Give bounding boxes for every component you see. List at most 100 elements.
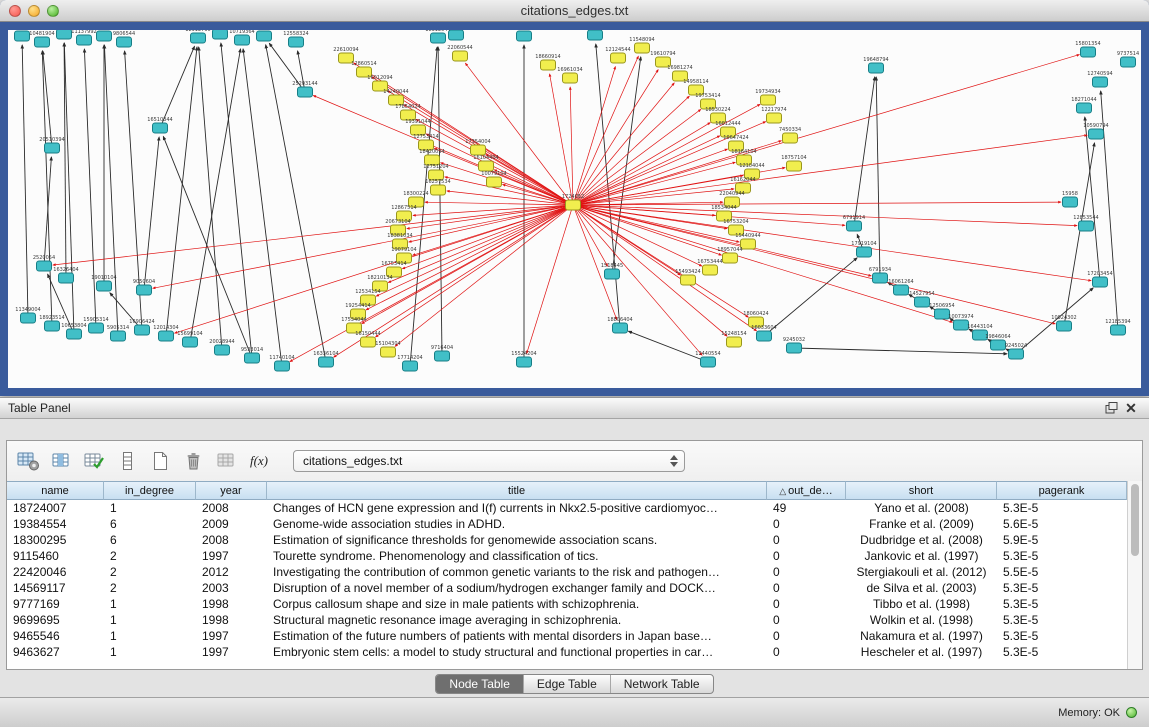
- svg-text:15248154: 15248154: [721, 331, 746, 337]
- svg-text:19753414: 19753414: [695, 93, 720, 99]
- network-canvas[interactable]: 9150342104819041531695411137992195657749…: [8, 30, 1141, 388]
- svg-text:15440944: 15440944: [735, 233, 760, 239]
- svg-text:16443104: 16443104: [967, 324, 992, 330]
- table-scrollbar[interactable]: [1127, 481, 1142, 669]
- cell: Embryonic stem cells: a model to study s…: [267, 644, 767, 660]
- table-row[interactable]: 969969511998Structural magnetic resonanc…: [7, 612, 1127, 628]
- cell: 0: [767, 516, 846, 532]
- cell: Nakamura et al. (1997): [846, 628, 997, 644]
- column-header-name[interactable]: name: [7, 481, 104, 500]
- scrollbar-thumb[interactable]: [1131, 484, 1139, 556]
- svg-text:15801354: 15801354: [1075, 41, 1100, 47]
- node-table: namein_degreeyeartitle△out_de…shortpager…: [7, 481, 1127, 669]
- table-row[interactable]: 977716911998Corpus callosum shape and si…: [7, 596, 1127, 612]
- tab-network-table[interactable]: Network Table: [610, 675, 713, 693]
- row-selection-icon[interactable]: [114, 449, 140, 473]
- cell: 2003: [196, 580, 267, 596]
- svg-text:17919104: 17919104: [851, 241, 876, 247]
- svg-text:10073974: 10073974: [948, 314, 973, 320]
- svg-text:18300224: 18300224: [403, 191, 428, 197]
- svg-text:12124544: 12124544: [605, 47, 630, 53]
- svg-text:12860514: 12860514: [351, 61, 376, 67]
- svg-text:18060424: 18060424: [743, 311, 768, 317]
- tab-node-table[interactable]: Node Table: [436, 675, 523, 693]
- table-row[interactable]: 911546021997Tourette syndrome. Phenomeno…: [7, 548, 1127, 564]
- tab-edge-table[interactable]: Edge Table: [523, 675, 610, 693]
- cell: Jankovic et al. (1997): [846, 548, 997, 564]
- svg-text:18210134: 18210134: [367, 275, 392, 281]
- cell: 2012: [196, 564, 267, 580]
- svg-text:17534044: 17534044: [341, 317, 366, 323]
- svg-text:19610794: 19610794: [650, 51, 675, 57]
- svg-text:18164104: 18164104: [731, 149, 756, 155]
- network-select[interactable]: citations_edges.txt: [293, 450, 685, 472]
- svg-text:12104044: 12104044: [739, 163, 764, 169]
- column-header-title[interactable]: title: [267, 481, 767, 500]
- table-row[interactable]: 2242004622012Investigating the contribut…: [7, 564, 1127, 580]
- cell: 5.3E-5: [997, 628, 1127, 644]
- svg-text:20028944: 20028944: [209, 339, 234, 345]
- table-row[interactable]: 1830029562008Estimation of significance …: [7, 532, 1127, 548]
- svg-text:16906424: 16906424: [129, 319, 154, 325]
- svg-text:19734934: 19734934: [755, 89, 780, 95]
- table-row[interactable]: 1872400712008Changes of HCN gene express…: [7, 500, 1127, 516]
- delete-table-icon[interactable]: [180, 449, 206, 473]
- table-row[interactable]: 1938455462009Genome-wide association stu…: [7, 516, 1127, 532]
- svg-text:12912790: 12912790: [185, 30, 210, 33]
- cell: 5.3E-5: [997, 500, 1127, 516]
- svg-text:18534044: 18534044: [711, 205, 736, 211]
- cell: 0: [767, 644, 846, 660]
- float-panel-icon[interactable]: [1101, 399, 1121, 417]
- svg-text:16981274: 16981274: [667, 65, 692, 71]
- cell: Stergiakouli et al. (2012): [846, 564, 997, 580]
- table-row[interactable]: 946362711997Embryonic stem cells: a mode…: [7, 644, 1127, 660]
- svg-text:12753414: 12753414: [413, 134, 438, 140]
- cell: 5.6E-5: [997, 516, 1127, 532]
- close-panel-icon[interactable]: ✕: [1121, 399, 1141, 417]
- column-header-year[interactable]: year: [196, 481, 267, 500]
- svg-text:9050604: 9050604: [133, 279, 155, 285]
- svg-text:18530224: 18530224: [705, 107, 730, 113]
- svg-text:11349004: 11349004: [15, 307, 40, 313]
- column-header-in_degree[interactable]: in_degree: [104, 481, 196, 500]
- table-row[interactable]: 946554611997Estimation of the future num…: [7, 628, 1127, 644]
- svg-text:18312044: 18312044: [425, 30, 450, 33]
- function-builder-icon[interactable]: f(x): [246, 449, 272, 473]
- svg-text:18957044: 18957044: [717, 247, 742, 253]
- import-table-icon[interactable]: [213, 449, 239, 473]
- svg-text:18806404: 18806404: [607, 317, 632, 323]
- cell: 6: [104, 516, 196, 532]
- svg-text:12867514: 12867514: [391, 205, 416, 211]
- svg-text:12185394: 12185394: [1105, 319, 1130, 325]
- column-header-pagerank[interactable]: pagerank: [997, 481, 1127, 500]
- svg-text:12217974: 12217974: [761, 107, 786, 113]
- cell: 1: [104, 612, 196, 628]
- svg-text:14527954: 14527954: [909, 291, 934, 297]
- window-titlebar[interactable]: citations_edges.txt: [0, 0, 1149, 22]
- new-table-icon[interactable]: [147, 449, 173, 473]
- svg-text:15524204: 15524204: [511, 351, 536, 357]
- svg-text:16753414: 16753414: [381, 261, 406, 267]
- cell: 2: [104, 564, 196, 580]
- close-button[interactable]: [9, 5, 21, 17]
- cell: 22420046: [7, 564, 104, 580]
- column-header-short[interactable]: short: [846, 481, 997, 500]
- svg-text:20673104: 20673104: [385, 219, 410, 225]
- new-column-icon[interactable]: [81, 449, 107, 473]
- zoom-button[interactable]: [47, 5, 59, 17]
- svg-text:22040944: 22040944: [719, 191, 744, 197]
- svg-text:9245032: 9245032: [783, 337, 805, 343]
- cell: 0: [767, 612, 846, 628]
- cell: Yano et al. (2008): [846, 500, 997, 516]
- cell: 0: [767, 564, 846, 580]
- table-mode-icon[interactable]: [15, 449, 41, 473]
- cell: 9465546: [7, 628, 104, 644]
- column-visibility-icon[interactable]: [48, 449, 74, 473]
- minimize-button[interactable]: [28, 5, 40, 17]
- cell: 0: [767, 596, 846, 612]
- svg-text:22060544: 22060544: [447, 45, 472, 51]
- column-header-out_de[interactable]: △out_de…: [767, 481, 846, 500]
- table-panel-title: Table Panel: [8, 401, 71, 415]
- table-row[interactable]: 1456911722003Disruption of a novel membe…: [7, 580, 1127, 596]
- cell: 1998: [196, 612, 267, 628]
